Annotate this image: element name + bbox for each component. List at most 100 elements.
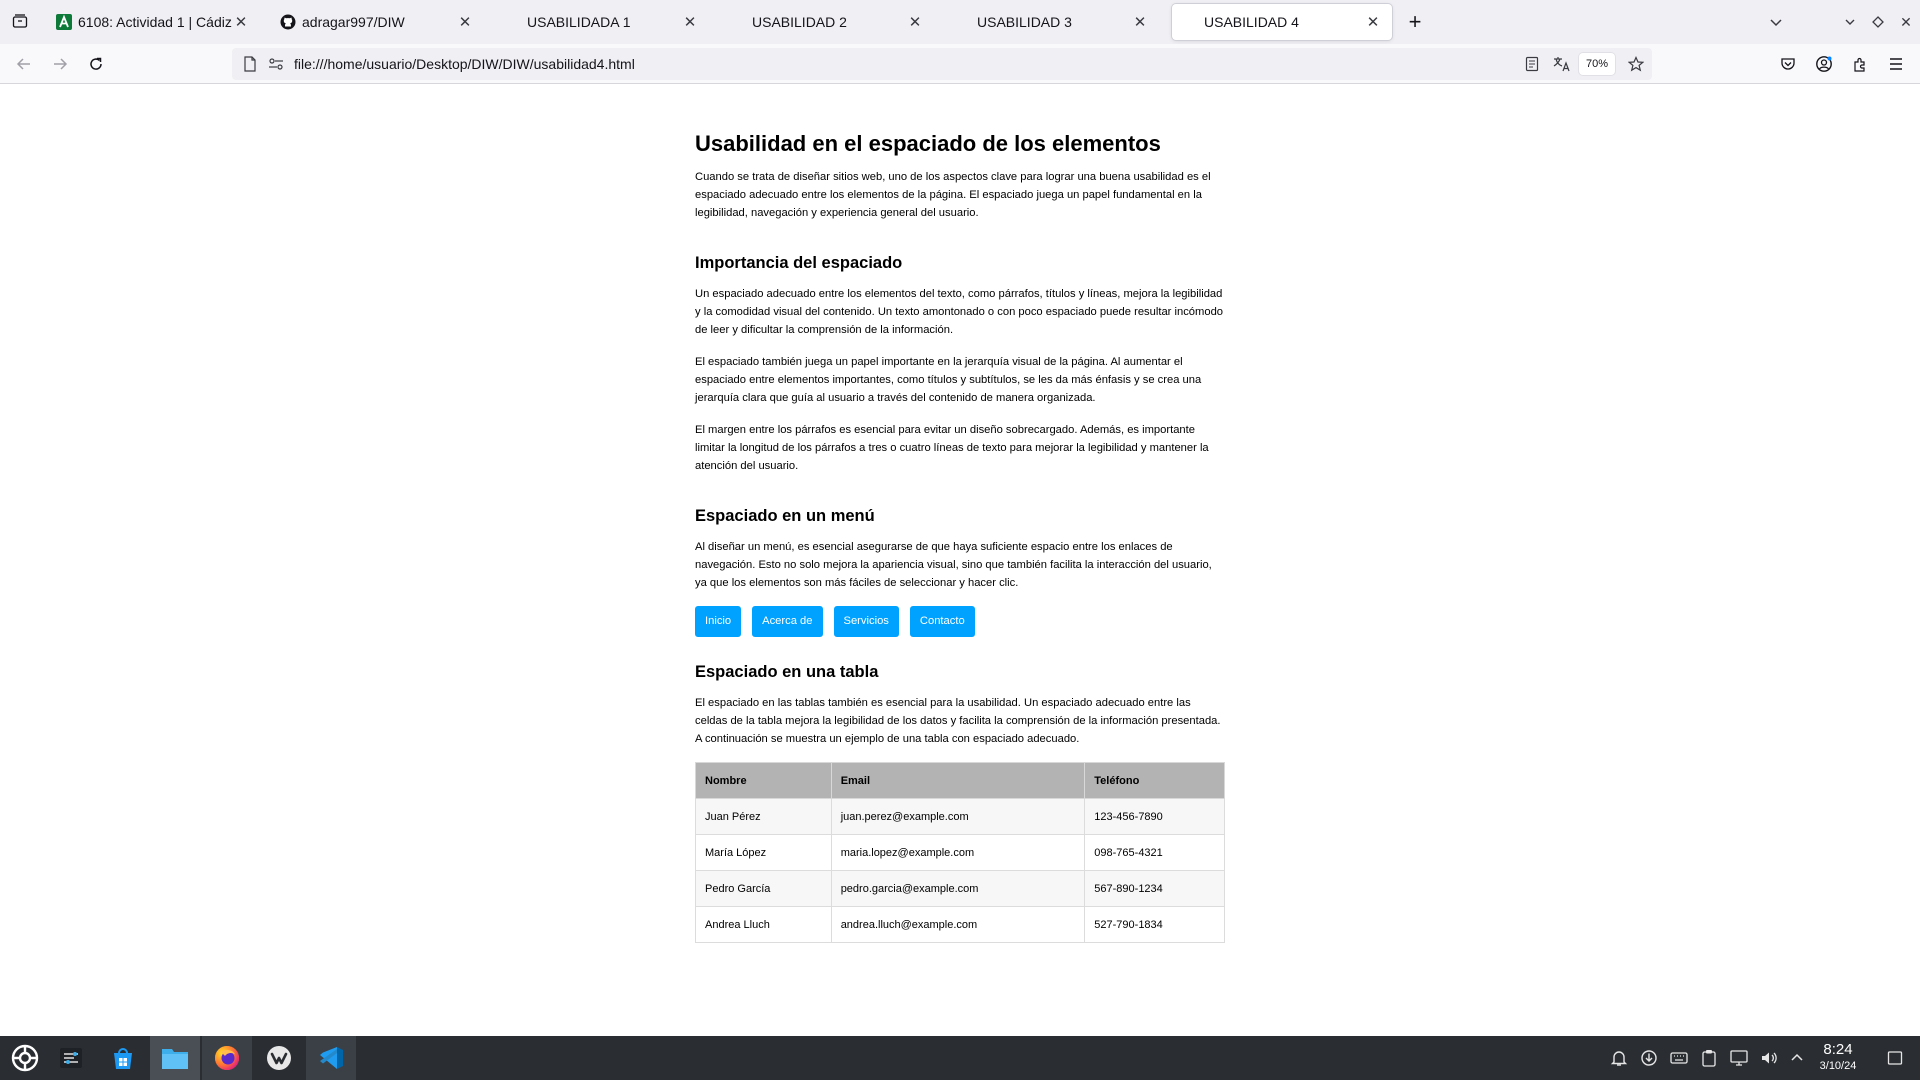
blank-page-icon [505,14,521,30]
taskbar: 8:24 3/10/24 [0,1036,1920,1080]
contacts-table: Nombre Email Teléfono Juan Pérez juan.pe… [695,762,1225,943]
tab-actividad[interactable]: 6108: Actividad 1 | Cádiz ✕ [46,4,260,40]
table-cell: 098-765-4321 [1084,834,1225,871]
tab-label: 6108: Actividad 1 | Cádiz [78,14,232,30]
close-icon[interactable]: ✕ [456,13,474,31]
column-header: Email [830,762,1086,799]
close-icon[interactable]: ✕ [906,13,924,31]
notifications-icon[interactable] [1608,1047,1630,1069]
blank-page-icon [1182,14,1198,30]
maximize-diamond-icon[interactable] [1866,10,1890,34]
firefox-icon[interactable] [202,1036,252,1080]
demo-menu: Inicio Acerca de Servicios Contacto [695,606,1225,637]
column-header: Teléfono [1084,762,1225,799]
file-manager-icon[interactable] [150,1036,200,1080]
section-heading-tabla: Espaciado en una tabla [695,663,879,681]
paragraph: Al diseñar un menú, es esencial asegurar… [695,541,1212,589]
show-desktop-icon[interactable] [1884,1047,1906,1069]
menu-link-inicio[interactable]: Inicio [695,606,742,637]
close-icon[interactable]: ✕ [232,13,250,31]
reload-icon[interactable] [82,50,110,78]
clock[interactable]: 8:24 3/10/24 [1808,1041,1868,1074]
bookmark-star-icon[interactable] [1628,56,1644,72]
tab-strip: 6108: Actividad 1 | Cádiz ✕ adragar997/D… [0,0,1920,44]
a-green-icon [56,14,72,30]
account-icon[interactable] [1812,52,1836,76]
menu-link-servicios[interactable]: Servicios [833,606,899,637]
paragraph: Un espaciado adecuado entre los elemento… [695,288,1224,336]
list-all-tabs-icon[interactable] [1764,10,1788,34]
page-viewport: Usabilidad en el espaciado de los elemen… [0,85,1920,1035]
table-row: Pedro García pedro.garcia@example.com 56… [695,870,1225,907]
update-icon[interactable] [1638,1047,1660,1069]
tab-label: USABILIDAD 2 [752,14,847,30]
close-icon[interactable]: ✕ [681,13,699,31]
minimize-chevron-icon[interactable] [1838,10,1862,34]
paragraph: El espaciado en las tablas también es es… [695,697,1221,745]
menu-link-contacto[interactable]: Contacto [909,606,975,637]
tab-list-icon[interactable] [8,9,32,33]
reader-view-icon[interactable] [1524,56,1540,72]
blank-page-icon [955,14,971,30]
app-launcher-icon[interactable] [0,1036,50,1080]
back-arrow-icon[interactable] [10,50,38,78]
extensions-icon[interactable] [1848,52,1872,76]
clock-time: 8:24 [1823,1041,1853,1058]
paragraph: El espaciado también juega un papel impo… [695,356,1202,404]
tab-github[interactable]: adragar997/DIW ✕ [270,4,484,40]
table-cell: andrea.lluch@example.com [830,906,1086,943]
close-icon[interactable]: ✕ [1131,13,1149,31]
system-settings-icon[interactable] [46,1036,96,1080]
tab-usabilidad-3[interactable]: USABILIDAD 3 ✕ [945,4,1159,40]
close-icon[interactable]: ✕ [1364,13,1382,31]
table-cell: maria.lopez@example.com [830,834,1086,871]
network-icon[interactable] [1728,1047,1750,1069]
clipboard-icon[interactable] [1698,1047,1720,1069]
table-cell: juan.perez@example.com [830,798,1086,835]
tab-label: adragar997/DIW [302,14,405,30]
intro-paragraph: Cuando se trata de diseñar sitios web, u… [695,171,1211,219]
tab-usabilidad-4[interactable]: USABILIDAD 4 ✕ [1172,4,1392,40]
translate-icon[interactable] [1552,56,1572,72]
table-row: Andrea Lluch andrea.lluch@example.com 52… [695,906,1225,943]
table-header-row: Nombre Email Teléfono [695,762,1225,799]
zoom-level-badge[interactable]: 70% [1579,53,1616,75]
table-cell: Juan Pérez [695,798,832,835]
forward-arrow-icon[interactable] [46,50,74,78]
table-cell: Pedro García [695,870,832,907]
table-cell: 567-890-1234 [1084,870,1225,907]
menu-hamburger-icon[interactable] [1884,52,1908,76]
github-icon [280,14,296,30]
table-cell: pedro.garcia@example.com [830,870,1086,907]
url-bar[interactable]: file:///home/usuario/Desktop/DIW/DIW/usa… [232,48,1652,80]
table-cell: 123-456-7890 [1084,798,1225,835]
tab-label: USABILIDAD 3 [977,14,1072,30]
permissions-icon[interactable] [268,56,284,72]
section-heading-importancia: Importancia del espaciado [695,254,903,272]
table-cell: Andrea Lluch [695,906,832,943]
tab-usabilidad-2[interactable]: USABILIDAD 2 ✕ [720,4,934,40]
vivaldi-icon[interactable] [254,1036,304,1080]
table-cell: 527-790-1834 [1084,906,1225,943]
table-row: Juan Pérez juan.perez@example.com 123-45… [695,798,1225,835]
new-tab-icon[interactable]: + [1402,9,1428,35]
tab-usabilidad-1[interactable]: USABILIDADA 1 ✕ [495,4,709,40]
tab-label: USABILIDADA 1 [527,14,631,30]
url-text[interactable]: file:///home/usuario/Desktop/DIW/DIW/usa… [294,56,635,72]
pocket-icon[interactable] [1776,52,1800,76]
table-row: María López maria.lopez@example.com 098-… [695,834,1225,871]
close-window-icon[interactable]: ✕ [1894,10,1918,34]
page-title: Usabilidad en el espaciado de los elemen… [695,131,1161,156]
volume-icon[interactable] [1758,1047,1780,1069]
column-header: Nombre [695,762,832,799]
blank-page-icon [730,14,746,30]
vscode-icon[interactable] [306,1036,356,1080]
page-icon [242,56,258,72]
tab-label: USABILIDAD 4 [1204,14,1299,30]
menu-link-acerca-de[interactable]: Acerca de [752,606,823,637]
section-heading-menu: Espaciado en un menú [695,507,875,525]
keyboard-layout-icon[interactable] [1668,1047,1690,1069]
discover-store-icon[interactable] [98,1036,148,1080]
tray-expand-chevron-icon[interactable] [1786,1047,1808,1069]
clock-date: 3/10/24 [1819,1060,1857,1072]
